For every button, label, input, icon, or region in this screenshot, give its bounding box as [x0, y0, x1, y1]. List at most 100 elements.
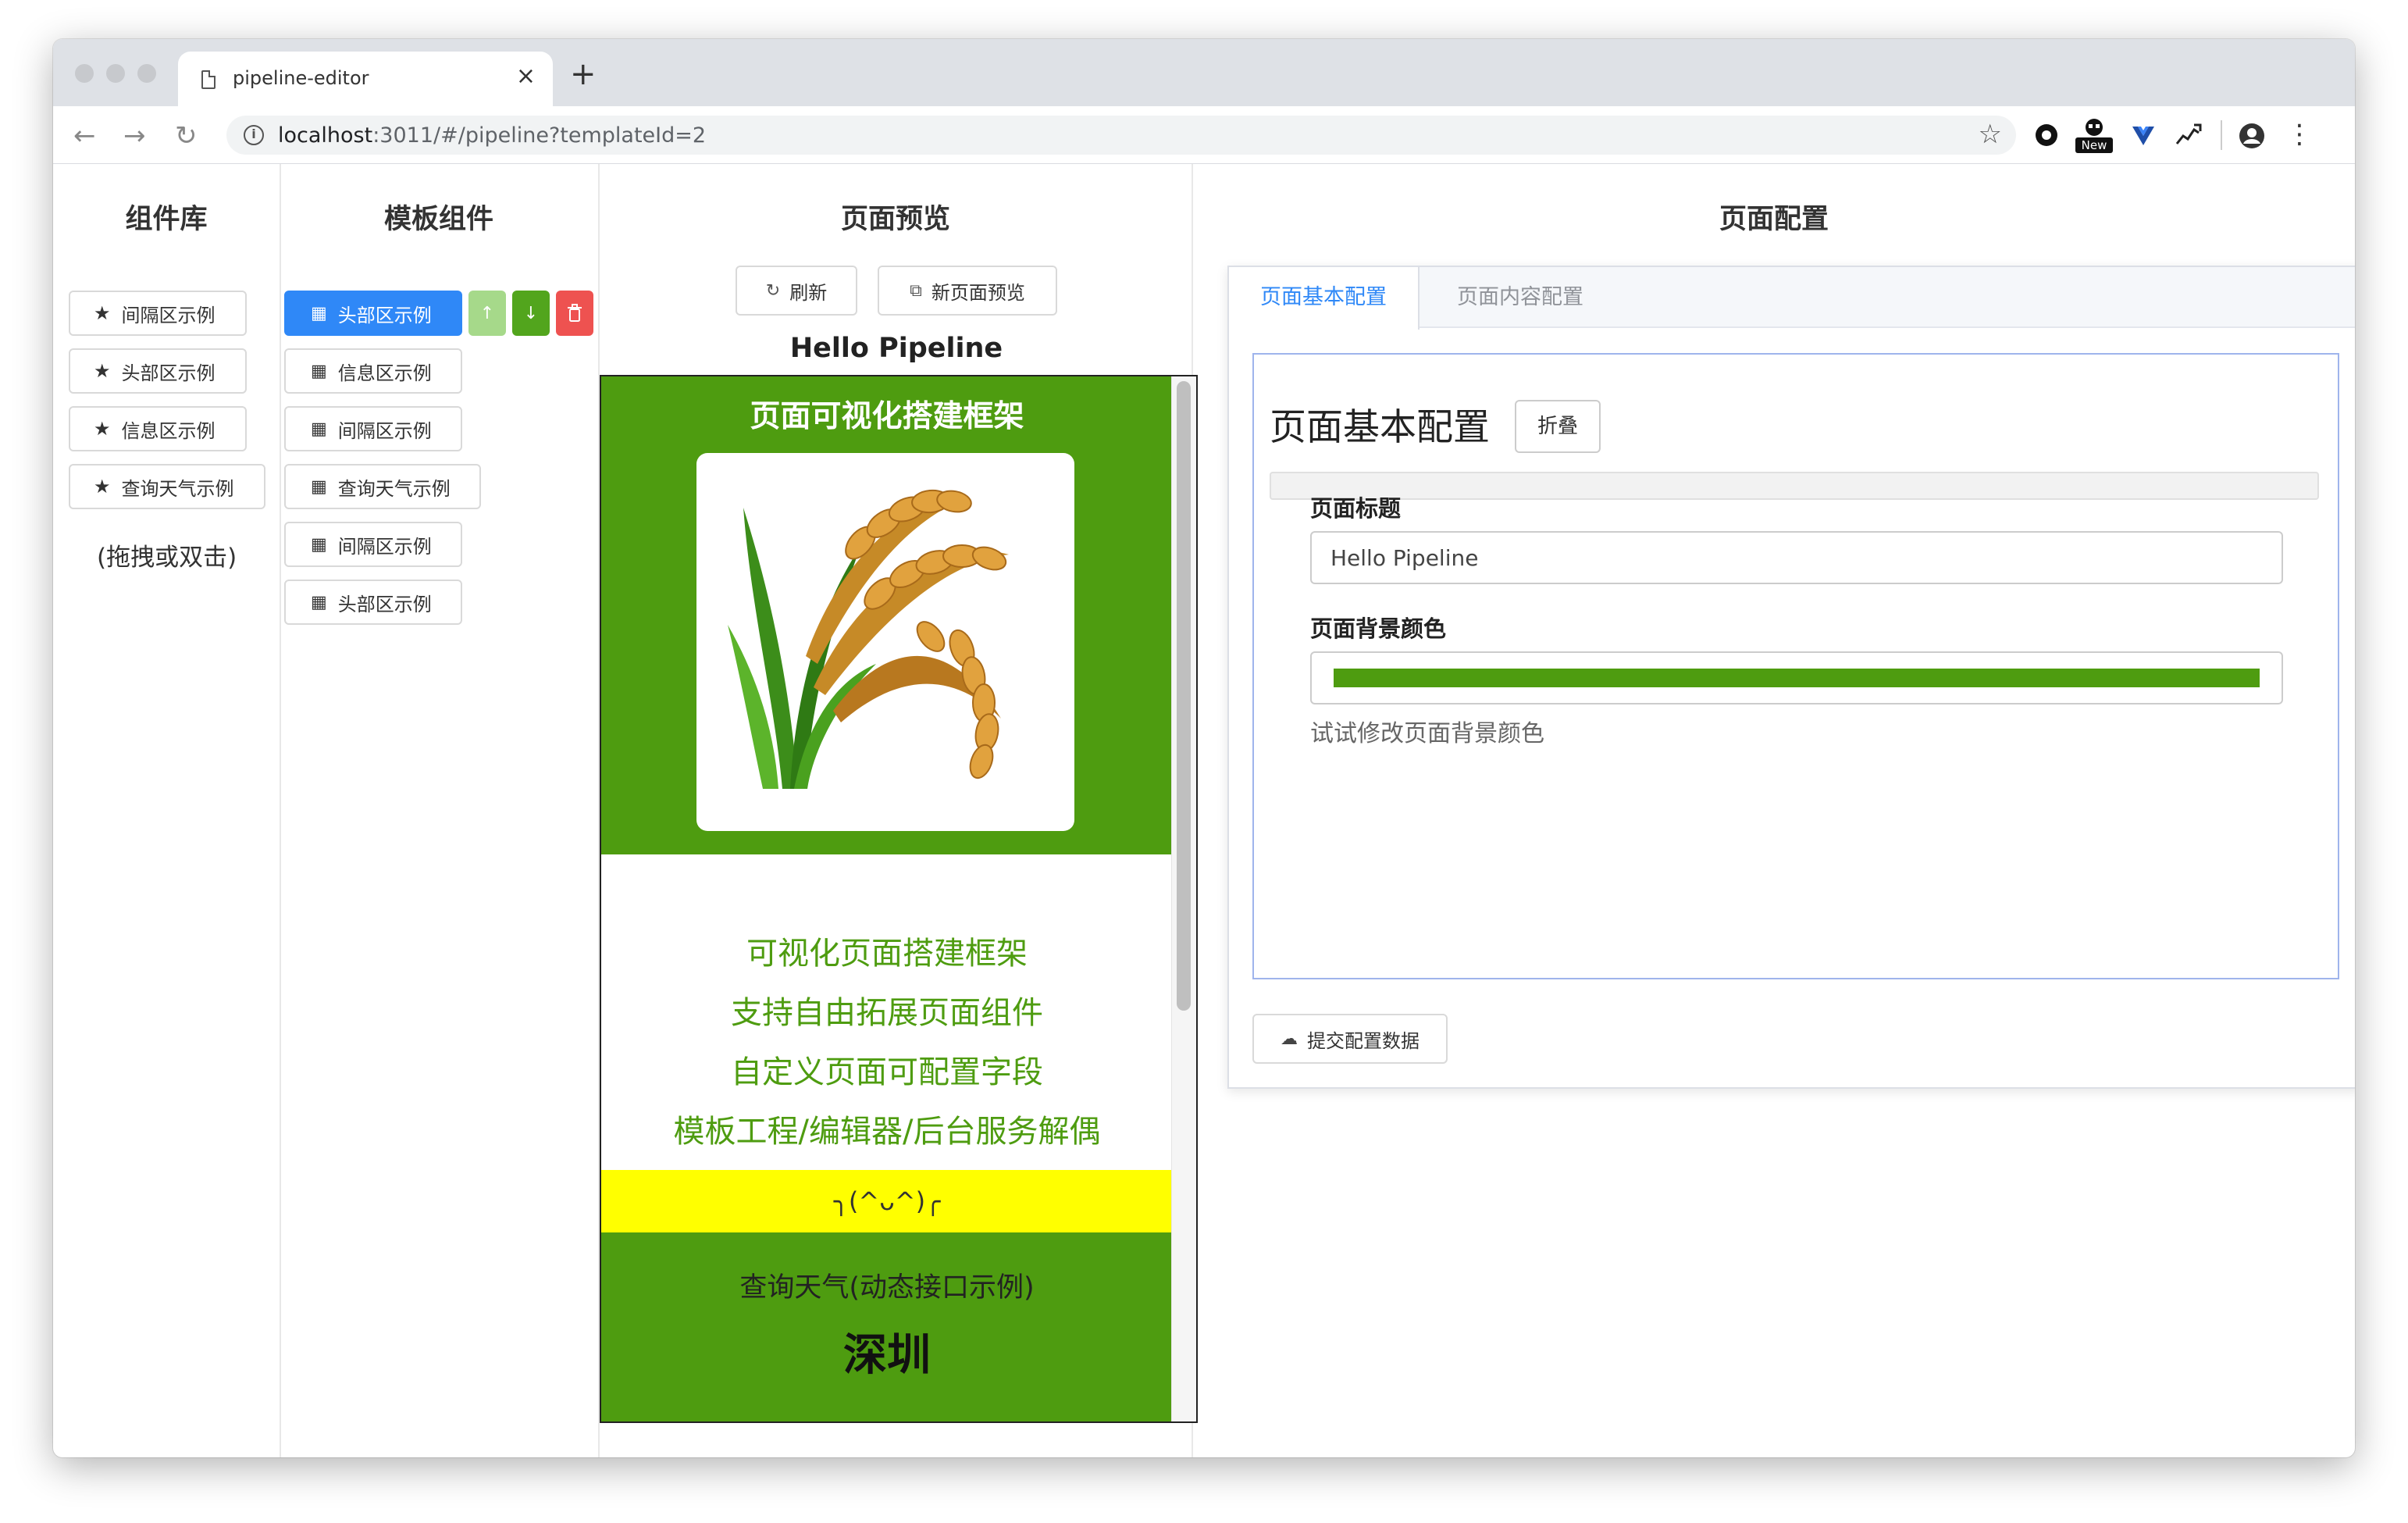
grid-icon: ▦ [311, 419, 327, 439]
collapse-button[interactable]: 折叠 [1515, 400, 1601, 453]
template-item-label: 间隔区示例 [337, 419, 432, 442]
page-bg-color-input[interactable] [1310, 651, 2283, 704]
address-bar[interactable]: i localhost:3011/#/pipeline?templateId=2… [226, 116, 2016, 155]
info-line: 可视化页面搭建框架 [746, 936, 1028, 972]
library-item-info[interactable]: ★ 信息区示例 [69, 406, 247, 451]
browser-toolbar: ← → ↻ i localhost:3011/#/pipeline?templa… [53, 106, 2355, 164]
drag-hint: (拖拽或双击) [97, 544, 237, 572]
grid-icon: ▦ [311, 303, 327, 323]
reload-icon[interactable]: ↻ [175, 120, 198, 152]
new-tab-button[interactable]: + [570, 56, 597, 92]
color-swatch[interactable] [1334, 669, 2260, 687]
library-item-weather[interactable]: ★ 查询天气示例 [69, 464, 265, 509]
browser-window: pipeline-editor × + ← → ↻ i localhost:30… [53, 39, 2355, 1457]
move-up-button[interactable]: ↑ [468, 291, 506, 336]
cloud-upload-icon: ☁ [1281, 1029, 1298, 1049]
library-item-header[interactable]: ★ 头部区示例 [69, 348, 247, 394]
config-panel: 页面基本配置 页面内容配置 页面基本配置 折叠 页面标题 Hello Pipel… [1227, 266, 2355, 1089]
profile-avatar-icon[interactable] [2238, 122, 2266, 150]
trash-icon [568, 304, 582, 322]
close-window-button[interactable] [75, 64, 94, 83]
new-page-preview-button[interactable]: ⧉ 新页面预览 [878, 266, 1057, 316]
toolbar-divider [2221, 120, 2222, 150]
devtools-extension-icon[interactable] [2174, 122, 2203, 148]
library-item-spacer[interactable]: ★ 间隔区示例 [69, 291, 247, 336]
tab-close-icon[interactable]: × [516, 62, 536, 90]
page-title-input[interactable]: Hello Pipeline [1310, 531, 2283, 584]
spacer-block-kaomoji: ╮(^ᴗ^)╭ [601, 1170, 1173, 1232]
star-icon: ★ [94, 418, 111, 440]
scrollbar-thumb[interactable] [1177, 381, 1191, 1011]
refresh-button[interactable]: ↻ 刷新 [736, 266, 857, 316]
config-tabs: 页面基本配置 页面内容配置 [1229, 267, 2355, 330]
template-item-label: 间隔区示例 [337, 535, 432, 558]
vue-devtools-icon[interactable] [2130, 122, 2157, 148]
template-item-weather[interactable]: ▦ 查询天气示例 [284, 464, 481, 509]
back-icon[interactable]: ← [73, 120, 96, 152]
move-down-button[interactable]: ↓ [512, 291, 550, 336]
preview-scrollbar[interactable] [1171, 376, 1196, 1421]
template-item-label: 头部区示例 [337, 593, 432, 615]
external-link-icon: ⧉ [910, 280, 922, 301]
url-host: localhost [278, 123, 373, 148]
template-item-label: 查询天气示例 [337, 477, 451, 500]
weather-block: 查询天气(动态接口示例) 深圳 [601, 1232, 1173, 1421]
site-info-icon[interactable]: i [244, 125, 264, 145]
config-title: 页面配置 [1719, 204, 1829, 235]
library-item-label: 头部区示例 [121, 362, 216, 384]
form-section-band [1270, 472, 2319, 500]
record-extension-icon[interactable] [2033, 122, 2060, 148]
browser-tab[interactable]: pipeline-editor × [178, 52, 553, 106]
weather-city: 深圳 [843, 1330, 931, 1381]
preview-header-block: 页面可视化搭建框架 [601, 376, 1173, 854]
page-bg-color-label: 页面背景颜色 [1310, 615, 1447, 642]
grid-icon: ▦ [311, 361, 327, 381]
template-item-info[interactable]: ▦ 信息区示例 [284, 348, 462, 394]
tab-title: pipeline-editor [233, 67, 369, 89]
star-icon: ★ [94, 302, 111, 324]
grid-icon: ▦ [311, 476, 327, 497]
grid-icon: ▦ [311, 534, 327, 555]
library-item-label: 查询天气示例 [121, 477, 234, 500]
star-icon: ★ [94, 360, 111, 382]
menu-kebab-icon[interactable]: ⋮ [2286, 119, 2313, 150]
star-icon: ★ [94, 476, 111, 498]
delete-button[interactable] [556, 291, 593, 336]
form-title: 页面基本配置 [1270, 406, 1490, 449]
url-text: localhost:3011/#/pipeline?templateId=2 [278, 123, 706, 148]
preview-frame[interactable]: 页面可视化搭建框架 可视化页面搭建框架 支持自由拓展页面组件 自定义页面可配置字… [600, 375, 1198, 1423]
template-item-label: 信息区示例 [337, 362, 432, 384]
title-bar: pipeline-editor × + [53, 39, 2355, 106]
info-line: 模板工程/编辑器/后台服务解偶 [673, 1114, 1101, 1150]
weather-title: 查询天气(动态接口示例) [739, 1272, 1035, 1304]
page-title-label: 页面标题 [1310, 495, 1402, 522]
grid-icon: ▦ [311, 592, 327, 612]
page-title-value: Hello Pipeline [1330, 545, 1479, 571]
submit-config-button[interactable]: ☁ 提交配置数据 [1252, 1014, 1448, 1064]
template-item-header[interactable]: ▦ 头部区示例 [284, 580, 462, 625]
template-item-header-selected[interactable]: ▦ 头部区示例 [284, 291, 462, 336]
new-badge: New [2075, 137, 2113, 153]
minimize-window-button[interactable] [106, 64, 125, 83]
preview-title: 页面预览 [840, 204, 950, 235]
maximize-window-button[interactable] [137, 64, 156, 83]
library-item-label: 间隔区示例 [121, 304, 216, 326]
tab-content-config[interactable]: 页面内容配置 [1426, 267, 1615, 328]
bookmark-star-icon[interactable]: ☆ [1979, 119, 2002, 150]
divider [280, 164, 281, 1457]
library-title: 组件库 [125, 204, 208, 235]
submit-config-label: 提交配置数据 [1307, 1029, 1420, 1052]
template-item-spacer[interactable]: ▦ 间隔区示例 [284, 522, 462, 567]
info-line: 支持自由拓展页面组件 [731, 995, 1043, 1031]
template-item-spacer[interactable]: ▦ 间隔区示例 [284, 406, 462, 451]
refresh-icon: ↻ [765, 280, 781, 301]
page-bg-color-help: 试试修改页面背景颜色 [1310, 720, 1544, 747]
tab-basic-config[interactable]: 页面基本配置 [1229, 267, 1420, 330]
forward-icon[interactable]: → [123, 120, 146, 152]
library-item-label: 信息区示例 [121, 419, 216, 442]
url-path: :3011/#/pipeline?templateId=2 [372, 123, 707, 148]
new-extension-icon[interactable]: New [2075, 117, 2113, 156]
preview-page-heading: Hello Pipeline [789, 333, 1003, 364]
refresh-label: 刷新 [789, 281, 828, 304]
hero-title: 页面可视化搭建框架 [750, 399, 1024, 434]
